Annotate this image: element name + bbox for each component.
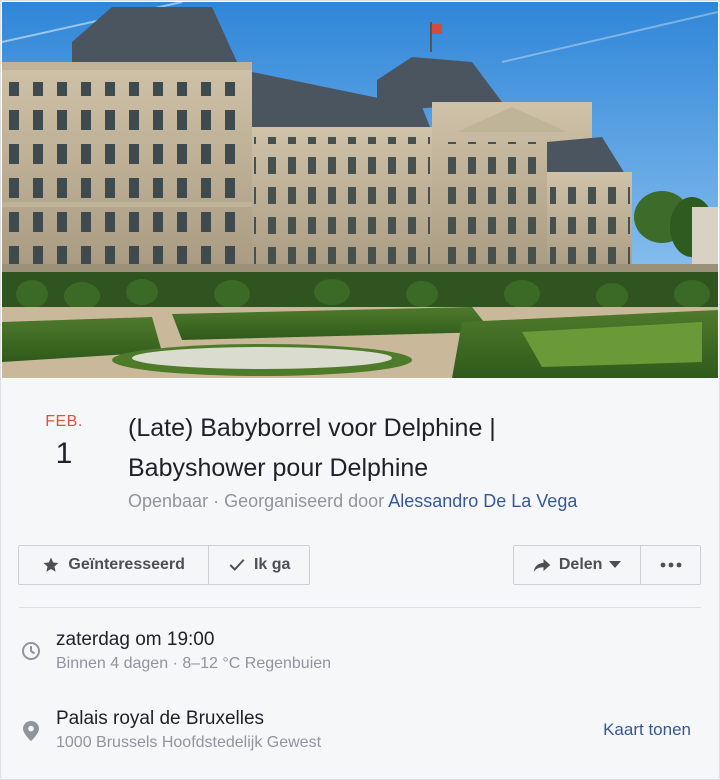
organizer-link[interactable]: Alessandro De La Vega — [388, 491, 577, 511]
more-dots-icon — [660, 562, 682, 568]
location-address: 1000 Brussels Hoofdstedelijk Gewest — [56, 734, 322, 751]
share-arrow-icon — [533, 559, 551, 572]
clock-icon — [21, 641, 41, 666]
cover-photo[interactable] — [2, 2, 718, 378]
going-button[interactable]: Ik ga — [208, 546, 309, 584]
star-icon — [43, 557, 59, 572]
share-label: Delen — [558, 556, 603, 573]
location-pin-icon — [23, 721, 39, 746]
more-options-button[interactable] — [640, 546, 700, 584]
event-title-line1: (Late) Babyborrel voor Delphine | — [128, 414, 496, 442]
section-divider — [19, 607, 701, 608]
palace-illustration — [2, 2, 718, 378]
meta-separator: · — [213, 491, 225, 511]
rsvp-button-group: Geïnteresseerd Ik ga — [18, 545, 310, 585]
event-visibility: Openbaar — [128, 491, 209, 511]
show-map-link[interactable]: Kaart tonen — [603, 720, 691, 740]
interested-button[interactable]: Geïnteresseerd — [19, 546, 209, 584]
share-button-group: Delen — [513, 545, 701, 585]
event-meta: Openbaar · Georganiseerd door Alessandro… — [128, 491, 577, 512]
checkmark-icon — [229, 559, 245, 571]
caret-down-icon — [609, 561, 622, 568]
date-month: FEB. — [45, 413, 83, 430]
date-day: 1 — [55, 437, 73, 470]
event-time-forecast: Binnen 4 dagen · 8–12 °C Regenbuien — [56, 655, 332, 672]
going-label: Ik ga — [253, 556, 291, 573]
share-button[interactable]: Delen — [514, 546, 641, 584]
event-date: FEB. 1 — [31, 413, 97, 471]
event-title: (Late) Babyborrel voor Delphine | Babysh… — [128, 408, 688, 488]
interested-label: Geïnteresseerd — [68, 556, 185, 573]
event-title-line2: Babyshower pour Delphine — [128, 454, 429, 482]
event-card: FEB. 1 (Late) Babyborrel voor Delphine |… — [0, 0, 720, 780]
location-name[interactable]: Palais royal de Bruxelles — [56, 708, 264, 730]
event-time: zaterdag om 19:00 — [56, 629, 215, 650]
organizer-prefix: Georganiseerd door — [224, 491, 385, 511]
